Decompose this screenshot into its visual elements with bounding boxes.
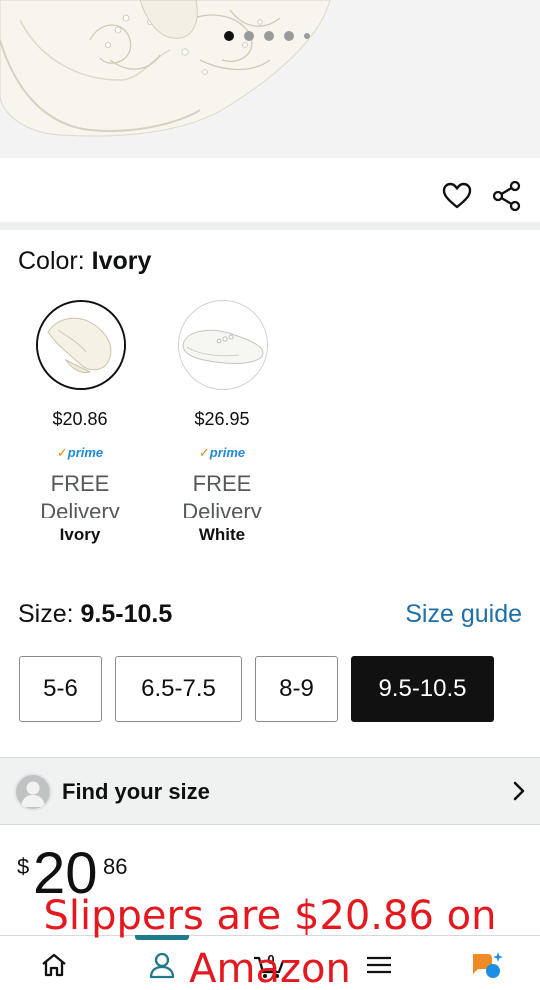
chevron-right-icon bbox=[512, 780, 526, 807]
product-image[interactable] bbox=[0, 0, 540, 158]
heart-icon[interactable] bbox=[441, 180, 473, 212]
avatar-icon bbox=[14, 773, 52, 811]
size-guide-link[interactable]: Size guide bbox=[405, 600, 522, 629]
pager-dot[interactable] bbox=[284, 31, 294, 41]
prime-text: prime bbox=[209, 445, 246, 460]
menu-icon[interactable] bbox=[364, 950, 394, 980]
delivery-text: FREE Delivery bbox=[182, 471, 262, 518]
find-your-size-label: Find your size bbox=[62, 779, 210, 804]
swatch-name: Ivory bbox=[59, 525, 101, 544]
swatch-name: White bbox=[198, 525, 246, 544]
swatch-price: $20.86 bbox=[52, 409, 108, 429]
image-pager-dots[interactable] bbox=[224, 31, 310, 41]
size-option[interactable]: 8-9 bbox=[255, 656, 338, 722]
prime-check-icon: ✓ bbox=[56, 445, 68, 460]
pager-dot[interactable] bbox=[224, 31, 234, 41]
delivery-text: FREE Delivery bbox=[40, 471, 120, 518]
find-your-size-row[interactable]: Find your size bbox=[0, 757, 540, 825]
size-label: Size: 9.5-10.5 bbox=[18, 600, 172, 629]
prime-badge: ✓prime bbox=[157, 445, 287, 461]
color-label: Color: Ivory bbox=[18, 247, 151, 276]
size-option[interactable]: 6.5-7.5 bbox=[115, 656, 242, 722]
color-label-text: Color: bbox=[18, 247, 92, 275]
price-fraction: 86 bbox=[103, 854, 128, 879]
price-whole: 20 bbox=[33, 841, 98, 906]
prime-check-icon: ✓ bbox=[198, 445, 210, 460]
size-option[interactable]: 5-6 bbox=[19, 656, 102, 722]
account-icon[interactable] bbox=[147, 950, 177, 980]
swatch-price: $26.95 bbox=[194, 409, 250, 429]
prime-text: prime bbox=[67, 445, 104, 460]
price-currency: $ bbox=[17, 854, 30, 879]
pager-dot[interactable] bbox=[264, 31, 274, 41]
pager-dot[interactable] bbox=[304, 33, 310, 39]
bottom-nav: 0 bbox=[0, 935, 540, 990]
color-swatch-ivory[interactable] bbox=[36, 300, 126, 390]
swatch-image bbox=[38, 302, 124, 388]
cart-count: 0 bbox=[267, 952, 274, 967]
size-label-text: Size: bbox=[18, 600, 81, 628]
share-icon[interactable] bbox=[491, 180, 523, 212]
size-option-selected[interactable]: 9.5-10.5 bbox=[351, 656, 494, 722]
pager-dot[interactable] bbox=[244, 31, 254, 41]
swatch-image bbox=[179, 301, 267, 389]
selected-color: Ivory bbox=[91, 247, 152, 275]
home-icon[interactable] bbox=[39, 950, 69, 980]
cart-icon[interactable]: 0 bbox=[252, 950, 288, 980]
prime-badge: ✓prime bbox=[15, 445, 145, 461]
section-divider bbox=[0, 222, 540, 230]
color-swatch-white[interactable] bbox=[178, 300, 268, 390]
rufus-icon[interactable] bbox=[470, 950, 504, 980]
slipper-image bbox=[0, 0, 540, 158]
selected-size: 9.5-10.5 bbox=[80, 600, 173, 628]
nav-active-indicator bbox=[135, 935, 189, 940]
